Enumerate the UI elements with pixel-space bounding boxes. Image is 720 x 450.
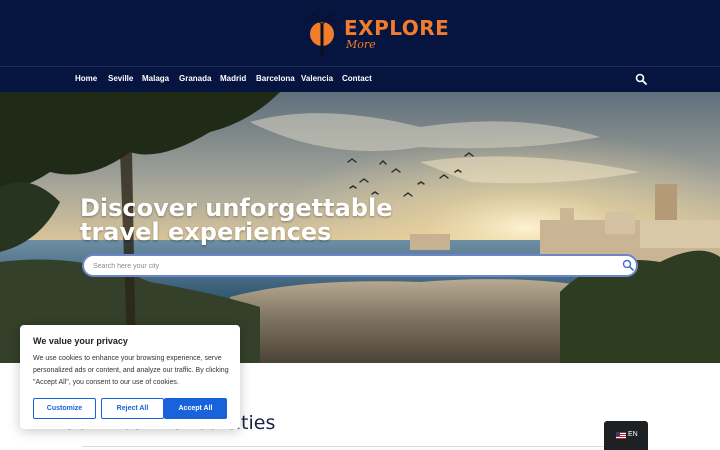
hero-title: Discover unforgettable travel experience… bbox=[80, 196, 392, 244]
hero-title-line-2: travel experiences bbox=[80, 218, 332, 246]
nav-item-malaga[interactable]: Malaga bbox=[142, 74, 169, 83]
language-switcher[interactable]: EN bbox=[604, 421, 648, 450]
main-navigation: Home Seville Malaga Granada Madrid Barce… bbox=[0, 66, 720, 92]
hero-section: Discover unforgettable travel experience… bbox=[0, 92, 720, 363]
cookie-consent-banner: We value your privacy We use cookies to … bbox=[20, 325, 240, 429]
nav-item-granada[interactable]: Granada bbox=[179, 74, 211, 83]
brand-name: EXPLORE bbox=[344, 16, 450, 40]
search-icon[interactable] bbox=[635, 73, 647, 85]
palm-tree-icon bbox=[306, 9, 339, 56]
accept-all-button[interactable]: Accept All bbox=[164, 398, 227, 419]
language-code: EN bbox=[628, 431, 638, 438]
city-search-box bbox=[82, 254, 638, 277]
cookie-description: We use cookies to enhance your browsing … bbox=[33, 355, 229, 386]
nav-item-madrid[interactable]: Madrid bbox=[220, 74, 246, 83]
site-header: EXPLORE More bbox=[0, 0, 720, 66]
search-icon[interactable] bbox=[622, 259, 634, 271]
reject-all-button[interactable]: Reject All bbox=[101, 398, 164, 419]
cookie-title: We value your privacy bbox=[33, 336, 128, 346]
brand-tagline: More bbox=[346, 38, 376, 51]
hero-title-line-1: Discover unforgettable bbox=[80, 194, 393, 222]
section-divider bbox=[82, 446, 638, 447]
nav-item-contact[interactable]: Contact bbox=[342, 74, 372, 83]
nav-item-barcelona[interactable]: Barcelona bbox=[256, 74, 295, 83]
nav-item-home[interactable]: Home bbox=[75, 74, 97, 83]
site-logo[interactable]: EXPLORE More bbox=[306, 8, 449, 58]
city-search-input[interactable] bbox=[93, 260, 603, 272]
nav-item-valencia[interactable]: Valencia bbox=[301, 74, 333, 83]
nav-item-seville[interactable]: Seville bbox=[108, 74, 133, 83]
customize-button[interactable]: Customize bbox=[33, 398, 96, 419]
us-flag-icon bbox=[616, 432, 626, 439]
